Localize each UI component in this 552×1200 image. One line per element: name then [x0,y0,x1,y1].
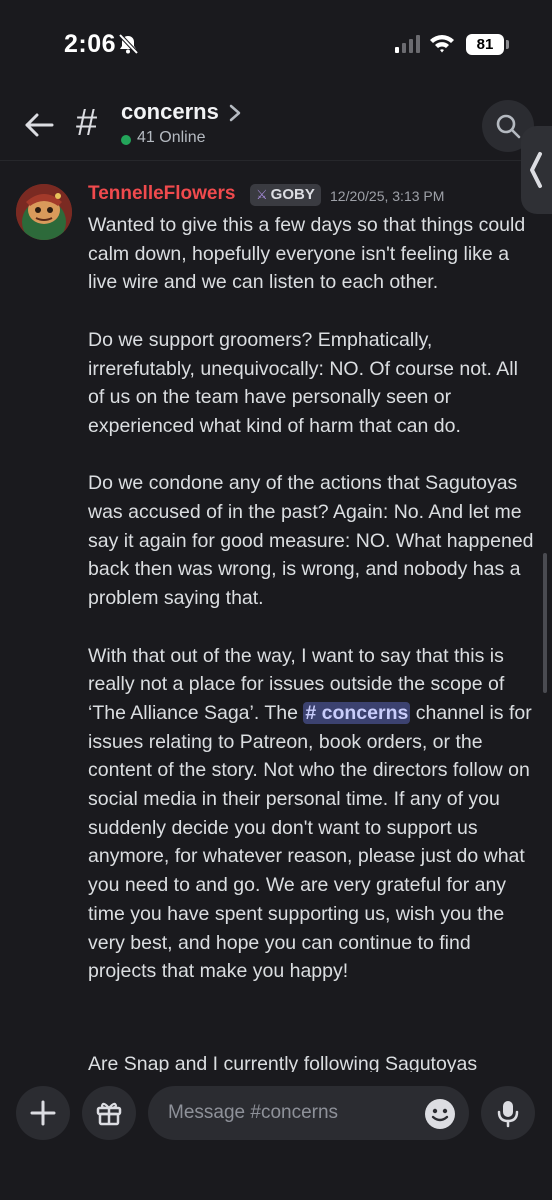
emoji-icon[interactable] [424,1098,456,1130]
plus-icon [30,1100,56,1126]
message-paragraph: Do we condone any of the actions that Sa… [88,472,534,610]
channel-header: # concerns 41 Online [0,92,552,160]
online-status-dot [121,135,131,145]
avatar-image [16,184,72,240]
next-message-preview: Are Snap and I currently following Sagut… [88,1053,478,1074]
search-icon [496,114,521,139]
status-time: 2:06 [64,30,117,58]
gift-button[interactable] [82,1086,136,1140]
wifi-icon [430,35,454,53]
role-tag-icon: ⚔ [256,187,268,202]
voice-message-button[interactable] [481,1086,535,1140]
scrollbar[interactable] [543,553,547,693]
message-paragraph: Do we support groomers? Emphatically, ir… [88,328,518,437]
member-panel-tab[interactable] [521,126,552,214]
message-timestamp: 12/20/25, 3:13 PM [330,188,445,204]
author-name[interactable]: TennelleFlowers [88,183,235,205]
header-divider [0,160,552,161]
message-input[interactable] [148,1086,469,1140]
online-count: 41 Online [137,129,206,146]
gift-icon [96,1102,122,1126]
role-tag[interactable]: ⚔ GOBY [250,184,321,206]
channel-mention[interactable]: # concerns [303,701,411,724]
back-arrow-icon[interactable] [22,108,56,142]
message-composer [0,1072,552,1200]
role-tag-label: GOBY [270,186,315,203]
hash-icon: # [76,102,98,144]
message-body: Wanted to give this a few days so that t… [88,211,536,986]
battery-nub [506,40,509,49]
message-paragraph: With that out of the way, I want to say … [88,642,536,986]
signal-icon [395,35,420,53]
microphone-icon [497,1101,519,1128]
message-paragraph: Wanted to give this a few days so that t… [88,214,526,294]
battery-icon: 81 [466,34,504,55]
avatar[interactable] [16,184,72,240]
bell-slash-icon [118,33,139,55]
chevron-left-icon [530,152,542,188]
add-attachment-button[interactable] [16,1086,70,1140]
channel-title[interactable]: concerns [121,99,219,125]
chevron-right-icon[interactable] [228,103,242,123]
paragraph-text: channel is for issues relating to Patreo… [88,701,532,983]
status-bar: 2:06 81 [0,0,552,92]
